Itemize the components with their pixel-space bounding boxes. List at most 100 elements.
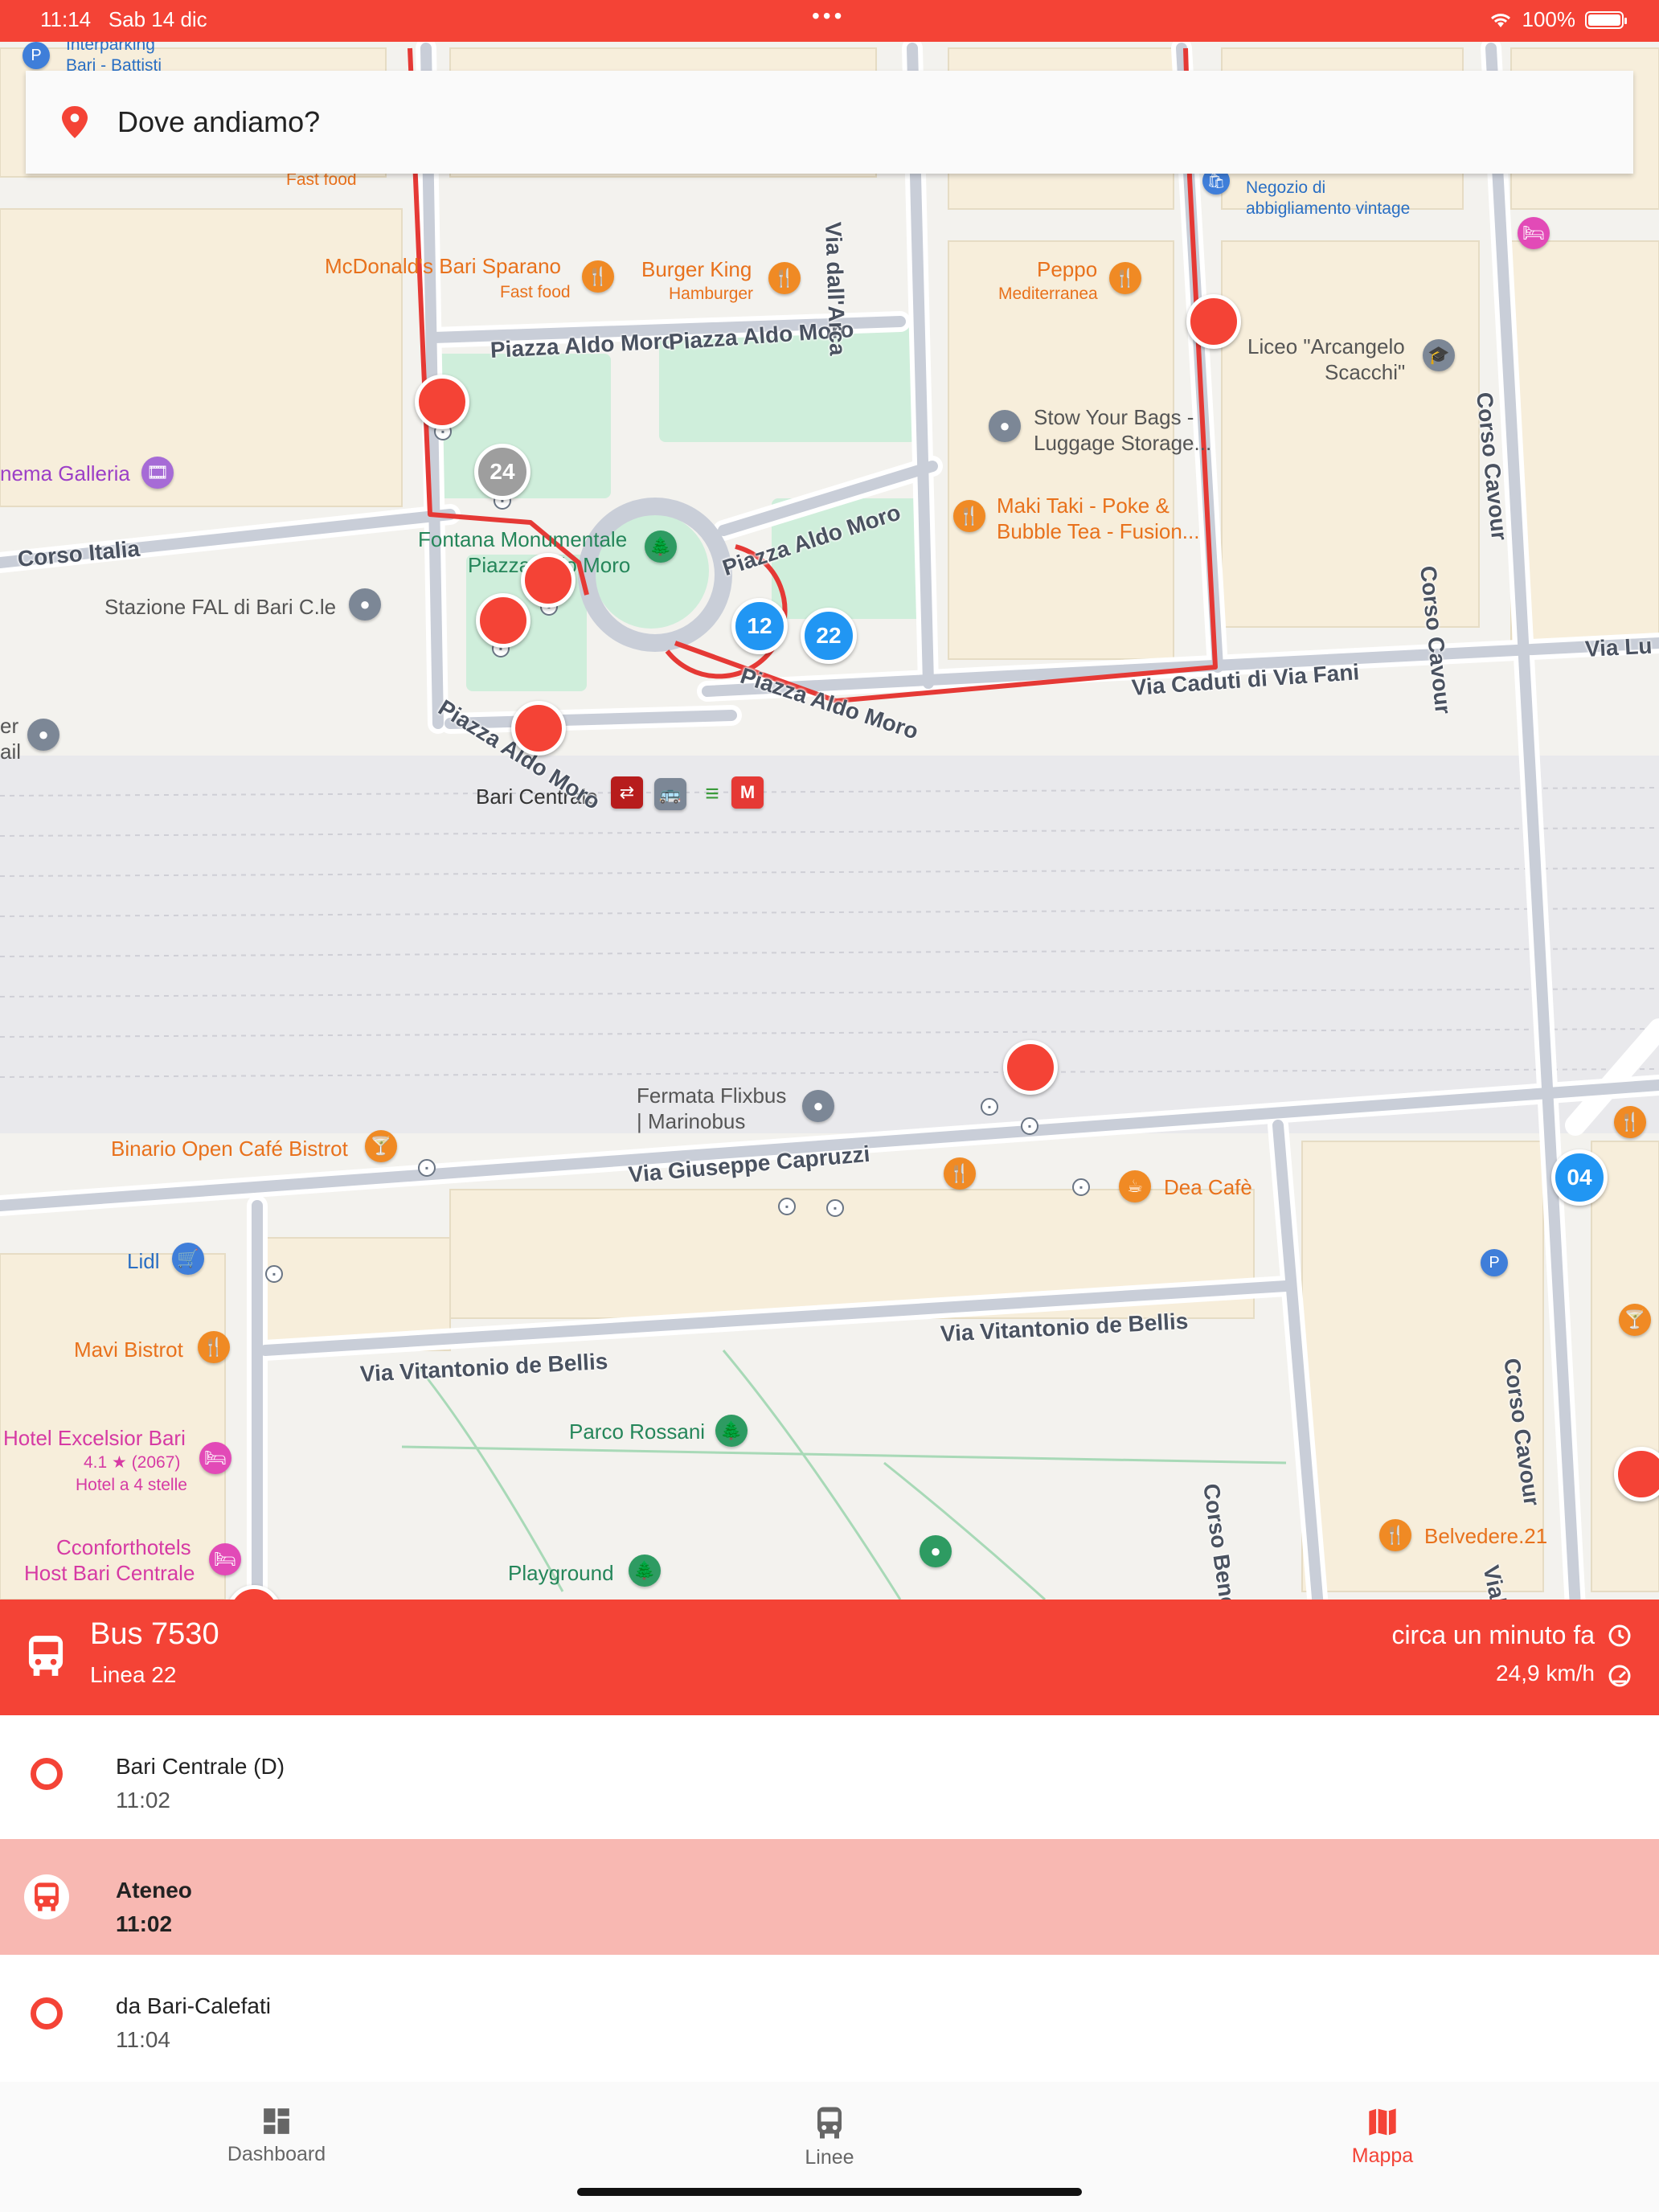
poi-mavi-bistrot[interactable]: Mavi Bistrot: [74, 1337, 183, 1362]
poi-burger-king[interactable]: Burger King: [641, 257, 752, 281]
poi-maki-taki[interactable]: Maki Taki - Poke &: [997, 494, 1169, 518]
nav-dashboard[interactable]: Dashboard: [156, 2106, 397, 2166]
bus-stop-marker[interactable]: ▪: [1072, 1178, 1090, 1196]
poi-cconforthotels[interactable]: Cconforthotels: [56, 1535, 191, 1559]
route-stop-marker[interactable]: [476, 593, 530, 648]
nav-mappa-label: Mappa: [1351, 2144, 1414, 2167]
poi-er: er: [0, 714, 19, 738]
park-icon[interactable]: 🌲: [645, 530, 677, 563]
stop-row[interactable]: da Bari-Calefati 11:04: [0, 1955, 1659, 2071]
stop-name: Bari Centrale (D): [116, 1754, 285, 1779]
nav-linee[interactable]: Linee: [709, 2106, 950, 2169]
hotel-icon[interactable]: 🛏: [1518, 217, 1550, 249]
parking-icon[interactable]: P: [23, 42, 50, 69]
poi-cinema-galleria[interactable]: nema Galleria: [0, 461, 130, 485]
poi-belvedere[interactable]: Belvedere.21: [1424, 1524, 1547, 1548]
parking-icon[interactable]: P: [1481, 1249, 1508, 1276]
bus-stop-marker[interactable]: ▪: [778, 1198, 796, 1215]
bus-stop-marker[interactable]: ▪: [981, 1098, 998, 1116]
nav-mappa[interactable]: Mappa: [1262, 2106, 1503, 2168]
poi-stow-your-bags[interactable]: Stow Your Bags -: [1034, 405, 1194, 429]
poi-marinobus: | Marinobus: [637, 1109, 746, 1133]
hotel-icon[interactable]: 🛏: [199, 1442, 231, 1474]
stop-circle-icon: [31, 1997, 63, 2030]
vehicle-marker-12[interactable]: 12: [731, 598, 788, 654]
restaurant-icon[interactable]: 🍴: [582, 260, 614, 293]
poi-stazione-fal[interactable]: Stazione FAL di Bari C.le: [104, 595, 336, 619]
multitasking-dots-icon[interactable]: •••: [812, 3, 845, 29]
vehicle-marker-04[interactable]: 04: [1551, 1149, 1608, 1206]
train-station-icon[interactable]: ●: [349, 588, 381, 621]
bar-icon[interactable]: 🍸: [365, 1130, 397, 1162]
clock-icon: [1608, 1624, 1631, 1647]
bus-stop-marker[interactable]: ▪: [418, 1159, 436, 1177]
rail-logo-icon[interactable]: ≡: [696, 778, 728, 810]
bus-station-icon[interactable]: 🚌: [654, 778, 686, 810]
poi-peppo-type: Mediterranea: [998, 285, 1098, 303]
poi-playground[interactable]: Playground: [508, 1561, 614, 1585]
playground-icon[interactable]: 🌲: [629, 1555, 661, 1587]
stops-list[interactable]: Bari Centrale (D) 11:02 Ateneo 11:02 da …: [0, 1715, 1659, 2082]
metro-icon[interactable]: M: [731, 776, 764, 809]
restaurant-icon[interactable]: 🍴: [1379, 1519, 1411, 1551]
status-bar: 11:14 Sab 14 dic ••• 100%: [0, 0, 1659, 42]
park-point-icon[interactable]: ●: [920, 1535, 952, 1567]
battery-percentage: 100%: [1522, 7, 1576, 31]
poi-parco-rossani[interactable]: Parco Rossani: [569, 1419, 705, 1444]
poi-dea-cafe[interactable]: Dea Cafè: [1164, 1175, 1252, 1199]
route-stop-marker[interactable]: [1003, 1040, 1058, 1095]
battery-icon: [1585, 10, 1627, 29]
bus-stop-marker[interactable]: ▪: [1021, 1117, 1038, 1135]
storage-icon[interactable]: ●: [989, 410, 1021, 442]
stop-row-current[interactable]: Ateneo 11:02: [0, 1839, 1659, 1955]
bus-speed: 24,9 km/h: [1496, 1661, 1595, 1686]
speedometer-icon: [1608, 1665, 1631, 1687]
poi-mcdonalds-type: Fast food: [500, 283, 571, 301]
vehicle-marker-22[interactable]: 22: [801, 608, 857, 664]
route-stop-marker[interactable]: [415, 375, 469, 429]
poi-fermata-flixbus[interactable]: Fermata Flixbus: [637, 1083, 786, 1108]
poi-hotel-excelsior[interactable]: Hotel Excelsior Bari: [3, 1426, 186, 1450]
route-stop-marker[interactable]: [1186, 294, 1241, 349]
trenitalia-icon[interactable]: ⇄: [611, 776, 643, 809]
bar-icon[interactable]: 🍸: [1619, 1304, 1651, 1336]
map-icon: [1369, 2108, 1396, 2136]
route-stop-marker[interactable]: [511, 701, 566, 756]
cafe-icon[interactable]: ☕: [1119, 1170, 1151, 1202]
search-input[interactable]: [116, 104, 1485, 140]
park-icon[interactable]: 🌲: [715, 1415, 748, 1447]
status-date: Sab 14 dic: [108, 7, 207, 31]
poi-peppo[interactable]: Peppo: [1037, 257, 1097, 281]
bus-info-header[interactable]: Bus 7530 Linea 22 circa un minuto fa 24,…: [0, 1600, 1659, 1715]
search-bar[interactable]: [26, 71, 1633, 174]
school-icon[interactable]: 🎓: [1423, 339, 1455, 371]
cinema-icon[interactable]: 🎞: [141, 457, 174, 489]
hotel-icon[interactable]: 🛏: [209, 1543, 241, 1575]
vehicle-marker-24[interactable]: 24: [474, 444, 530, 500]
transit-icon[interactable]: ●: [27, 719, 59, 751]
poi-liceo[interactable]: Liceo "Arcangelo: [1247, 334, 1405, 358]
restaurant-icon[interactable]: 🍴: [768, 262, 801, 294]
restaurant-icon[interactable]: 🍴: [944, 1157, 976, 1190]
home-indicator[interactable]: [577, 2188, 1082, 2196]
poi-binario[interactable]: Binario Open Café Bistrot: [111, 1137, 348, 1161]
bus-stop-marker[interactable]: ▪: [826, 1199, 844, 1217]
stop-row[interactable]: Bari Centrale (D) 11:02: [0, 1715, 1659, 1831]
poi-negozio[interactable]: Negozio di: [1246, 178, 1325, 198]
route-stop-marker[interactable]: [521, 553, 576, 608]
status-time: 11:14: [40, 7, 92, 31]
restaurant-icon[interactable]: 🍴: [953, 500, 985, 532]
poi-interparking[interactable]: Interparking: [66, 42, 155, 55]
poi-mcdonalds[interactable]: McDonald's Bari Sparano: [325, 254, 561, 278]
bus-stop-icon[interactable]: ●: [802, 1090, 834, 1122]
restaurant-icon[interactable]: 🍴: [198, 1331, 230, 1363]
poi-fontana[interactable]: Fontana Monumentale: [418, 527, 627, 551]
stop-name: da Bari-Calefati: [116, 1993, 271, 2018]
bottom-navigation: Dashboard Linee Mappa: [0, 2082, 1659, 2212]
restaurant-icon[interactable]: 🍴: [1614, 1106, 1646, 1138]
restaurant-icon[interactable]: 🍴: [1109, 262, 1141, 294]
bus-stop-marker[interactable]: ▪: [265, 1265, 283, 1283]
map-view[interactable]: P Interparking Bari - Battisti Fast food…: [0, 42, 1659, 1600]
poi-lidl[interactable]: Lidl: [127, 1249, 159, 1273]
shopping-cart-icon[interactable]: 🛒: [172, 1243, 204, 1275]
